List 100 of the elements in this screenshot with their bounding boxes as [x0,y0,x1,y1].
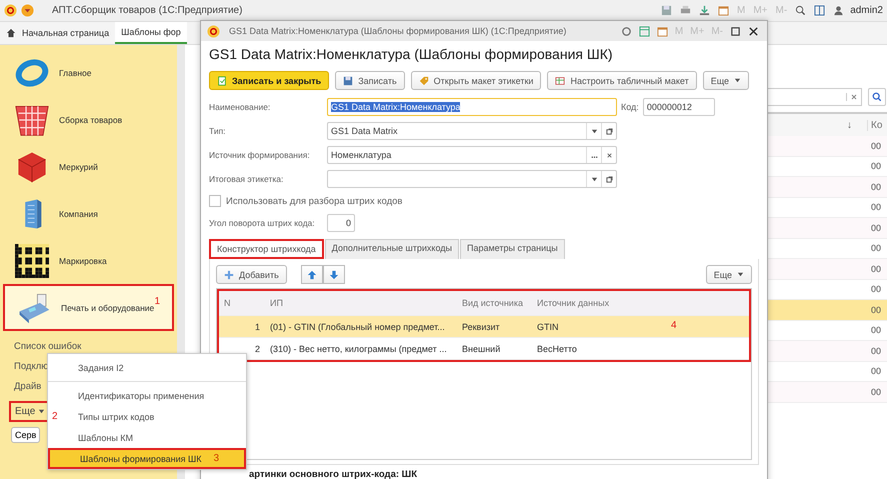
section-label: Компания [59,208,98,218]
maximize-icon[interactable] [730,26,741,36]
list-row[interactable]: 00 [767,136,887,156]
code-cell: 00 [871,161,882,172]
close-icon[interactable] [748,26,759,36]
table-cell-text: Реквизит [461,322,501,332]
clear-icon [606,152,612,158]
sidebar-section[interactable]: Меркурий [3,143,174,190]
sidebar-link[interactable]: Список ошибок [14,341,82,352]
table-cell-text: ВесНетто [536,344,578,354]
annotation-number: 1 [154,296,160,307]
open-form-icon [606,176,612,182]
search-button[interactable] [868,88,886,106]
download-icon[interactable] [699,5,710,16]
code-field[interactable]: 000000012 [642,98,715,116]
sidebar-section[interactable]: Сборка товаров [3,96,174,143]
page-tab[interactable]: Начальная страница [0,22,116,44]
checkbox-label: Использовать для разбора штрих кодов [226,196,402,206]
select-field[interactable]: GS1 Data Matrix [327,122,617,140]
print-icon[interactable] [680,5,691,16]
dialog-title: GS1 Data Matrix:Номенклатура (Шаблоны формирования ШК) (1С:Предприятие) [229,26,566,36]
code-cell: 00 [871,243,882,254]
column-header[interactable]: N [219,298,265,308]
section-label: Сборка товаров [59,114,122,124]
list-row[interactable]: 00 [767,300,887,320]
panel-icon[interactable] [638,26,650,36]
menu-item[interactable]: Шаблоны КМ [48,427,246,448]
footer-text: артинки основного штрих-кода: ШК [248,469,418,479]
add-button[interactable]: Добавить [216,265,287,284]
list-row[interactable]: 00 [767,382,887,402]
app-title: АПТ.Сборщик товаров (1С:Предприятие) [52,5,242,16]
section-label: Главное [59,68,92,78]
field-label: Итоговая этикетка: [209,174,284,184]
menu-item[interactable]: Задания I2 [48,357,246,378]
tab-label: Шаблоны фор [121,27,181,37]
menu-item[interactable]: Шаблоны формирования ШК 3 [48,448,246,469]
more-button[interactable]: Еще [706,265,752,284]
save-icon[interactable] [661,5,672,16]
checkbox[interactable] [209,195,221,207]
column-header[interactable]: Вид источника [457,298,532,308]
table-cell-text: 2 [254,344,261,354]
angle-field[interactable]: 0 [327,214,355,232]
save-icon [343,76,354,86]
select-field[interactable]: Номенклатура [327,146,617,164]
down-arrow-icon [328,270,339,280]
page-tab[interactable]: Шаблоны фор [115,22,187,44]
move-up-button[interactable] [300,265,323,284]
form-tab[interactable]: Дополнительные штрихкоды [324,239,459,259]
list-row[interactable]: 00 [767,341,887,362]
open-form-icon [606,128,612,134]
sidebar-section[interactable]: Маркировка [3,237,174,284]
document-icon [217,76,227,86]
section-label: Меркурий [59,162,98,172]
logo-icon [207,24,220,38]
column-header[interactable]: ИП [265,298,457,308]
form-tab[interactable]: Конструктор штрихкода [209,239,324,259]
toolbar-button[interactable]: Открыть макет этикетки [410,71,542,90]
menu-caret-icon[interactable] [21,4,34,17]
sidebar-link[interactable]: Драйв [14,381,42,392]
tag-icon [418,76,429,86]
user-name[interactable]: admin2 [850,5,883,16]
service-button[interactable]: Серв [11,427,40,443]
toolbar-button[interactable]: Настроить табличный макет [547,71,697,90]
list-row[interactable]: 00 [767,259,887,280]
table-cell-text: (310) - Вес нетто, килограммы (предмет ... [269,344,448,354]
toolbar-button[interactable]: Записать [335,71,405,90]
zoom-icon[interactable] [795,5,806,16]
toolbar-button[interactable]: Еще [702,71,750,90]
sidebar-section[interactable]: Компания [3,190,174,237]
user-icon [833,5,844,16]
list-row[interactable]: 00 [767,177,887,198]
list-row[interactable]: 00 [767,218,887,238]
field-label: Тип: [209,126,227,136]
code-cell: 00 [871,264,882,274]
code-cell: 00 [871,304,882,315]
table-icon [555,76,566,86]
code-cell: 00 [871,386,882,397]
column-header[interactable]: Источник данных [532,298,614,308]
form-heading: GS1 Data Matrix:Номенклатура (Шаблоны формирования ШК) [209,46,614,62]
sidebar-link[interactable]: Подклю [14,361,48,372]
up-arrow-icon [306,270,317,280]
form-tab[interactable]: Параметры страницы [460,239,565,259]
column-header[interactable]: Ко [867,120,882,130]
datamatrix-icon [15,244,49,278]
toolbar-button[interactable]: Записать и закрыть [209,71,330,90]
code-cell: 00 [871,182,882,192]
name-field[interactable]: GS1 Data Matrix:Номенклатура [327,98,617,116]
panel-icon[interactable] [814,5,826,16]
search-icon [872,92,882,102]
caret-icon [38,408,46,415]
annotation-number: 2 [52,411,58,422]
code-cell: 00 [871,140,882,151]
code-cell: 00 [871,366,882,376]
sidebar-section[interactable]: Главное [3,49,174,96]
caret-icon [590,176,598,182]
move-down-button[interactable] [322,265,345,284]
code-cell: 00 [871,325,882,336]
field-label: Угол поворота штрих кода: [209,218,316,228]
select-field[interactable] [327,170,617,188]
sort-indicator[interactable]: ↓ [847,120,852,130]
